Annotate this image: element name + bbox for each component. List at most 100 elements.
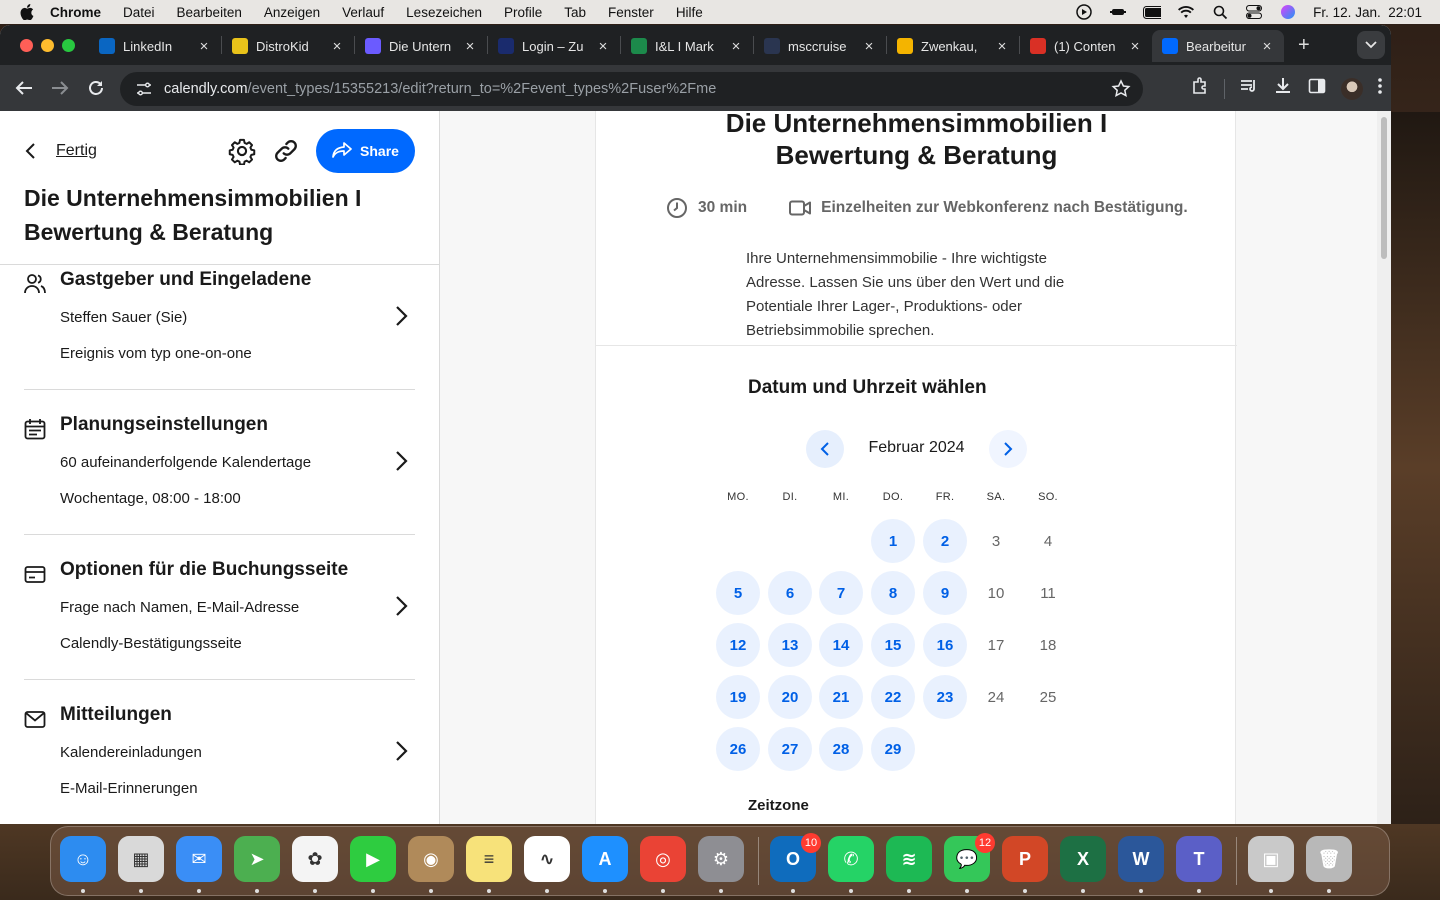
- photos-icon[interactable]: ✿: [292, 836, 338, 882]
- close-tab-icon[interactable]: ×: [995, 38, 1009, 55]
- side-panel-icon[interactable]: [1307, 76, 1327, 101]
- available-day[interactable]: 1: [871, 519, 915, 563]
- available-day[interactable]: 2: [923, 519, 967, 563]
- close-tab-icon[interactable]: ×: [463, 38, 477, 55]
- copy-link-icon[interactable]: [272, 137, 300, 165]
- done-link[interactable]: Fertig: [56, 142, 97, 160]
- available-day[interactable]: 26: [716, 727, 760, 771]
- download-icon[interactable]: [1273, 76, 1293, 101]
- forward-arrow-icon[interactable]: [48, 76, 72, 100]
- menu-profile[interactable]: Profile: [504, 5, 542, 20]
- new-tab-button[interactable]: +: [1298, 34, 1318, 57]
- mail-app-icon[interactable]: ✉: [176, 836, 222, 882]
- site-info-icon[interactable]: [134, 79, 154, 99]
- word-icon[interactable]: W: [1118, 836, 1164, 882]
- page-scrollbar[interactable]: [1377, 111, 1391, 824]
- close-tab-icon[interactable]: ×: [330, 38, 344, 55]
- share-button[interactable]: Share: [316, 129, 415, 173]
- browser-tab[interactable]: LinkedIn ×: [89, 30, 221, 62]
- available-day[interactable]: 29: [871, 727, 915, 771]
- notes-icon[interactable]: ≡: [466, 836, 512, 882]
- available-day[interactable]: 9: [923, 571, 967, 615]
- tab-search-button[interactable]: [1357, 31, 1385, 59]
- back-arrow-icon[interactable]: [12, 76, 36, 100]
- siri-icon[interactable]: [1279, 4, 1297, 20]
- media-queue-icon[interactable]: [1239, 76, 1259, 101]
- profile-avatar[interactable]: [1341, 77, 1363, 100]
- chevron-right-icon[interactable]: [395, 595, 415, 619]
- trash-icon[interactable]: 🗑: [1306, 836, 1352, 882]
- close-tab-icon[interactable]: ×: [197, 38, 211, 55]
- freeform-icon[interactable]: ∿: [524, 836, 570, 882]
- available-day[interactable]: 20: [768, 675, 812, 719]
- system-settings-icon[interactable]: ⚙: [698, 836, 744, 882]
- available-day[interactable]: 22: [871, 675, 915, 719]
- available-day[interactable]: 16: [923, 623, 967, 667]
- menu-bearbeiten[interactable]: Bearbeiten: [177, 5, 242, 20]
- browser-tab[interactable]: Zwenkau, ×: [887, 30, 1019, 62]
- teams-icon[interactable]: T: [1176, 836, 1222, 882]
- done-back-button[interactable]: Fertig: [24, 129, 97, 173]
- contacts-icon[interactable]: ◉: [408, 836, 454, 882]
- play-status-icon[interactable]: [1075, 4, 1093, 20]
- available-day[interactable]: 19: [716, 675, 760, 719]
- extensions-icon[interactable]: [1190, 76, 1210, 101]
- whatsapp-icon[interactable]: ✆: [828, 836, 874, 882]
- menu-fenster[interactable]: Fenster: [608, 5, 654, 20]
- recent-photo-icon[interactable]: ▣: [1248, 836, 1294, 882]
- close-tab-icon[interactable]: ×: [596, 38, 610, 55]
- launchpad-icon[interactable]: ▦: [118, 836, 164, 882]
- close-window-button[interactable]: [20, 38, 33, 52]
- close-tab-icon[interactable]: ×: [1260, 38, 1274, 55]
- chevron-right-icon[interactable]: [395, 450, 415, 474]
- spotify-icon[interactable]: ≋: [886, 836, 932, 882]
- scrollbar-thumb[interactable]: [1381, 117, 1387, 259]
- menu-app-name[interactable]: Chrome: [50, 5, 101, 20]
- menu-lesezeichen[interactable]: Lesezeichen: [406, 5, 482, 20]
- chevron-right-icon[interactable]: [395, 740, 415, 764]
- close-tab-icon[interactable]: ×: [729, 38, 743, 55]
- menubar-datetime[interactable]: Fr. 12. Jan. 22:01: [1313, 5, 1422, 20]
- excel-icon[interactable]: X: [1060, 836, 1106, 882]
- reload-icon[interactable]: [84, 76, 108, 100]
- chrome-menu-icon[interactable]: [1377, 77, 1383, 100]
- settings-gear-icon[interactable]: [228, 137, 256, 166]
- battery-icon[interactable]: [1143, 4, 1162, 20]
- previous-month-button[interactable]: [806, 430, 844, 468]
- vpn-status-icon[interactable]: [1109, 4, 1127, 20]
- url-text[interactable]: calendly.com/event_types/15355213/edit?r…: [164, 81, 716, 97]
- menu-tab[interactable]: Tab: [564, 5, 586, 20]
- available-day[interactable]: 7: [819, 571, 863, 615]
- next-month-button[interactable]: [989, 430, 1027, 468]
- browser-tab[interactable]: I&L I Mark ×: [621, 30, 753, 62]
- zoom-window-button[interactable]: [62, 38, 75, 52]
- menu-hilfe[interactable]: Hilfe: [676, 5, 703, 20]
- wifi-icon[interactable]: [1177, 4, 1195, 20]
- browser-tab[interactable]: (1) Conten ×: [1020, 30, 1152, 62]
- apple-icon[interactable]: [18, 3, 36, 21]
- browser-tab[interactable]: Bearbeitur ×: [1152, 30, 1284, 62]
- menu-verlauf[interactable]: Verlauf: [342, 5, 384, 20]
- available-day[interactable]: 28: [819, 727, 863, 771]
- menu-anzeigen[interactable]: Anzeigen: [264, 5, 320, 20]
- menu-datei[interactable]: Datei: [123, 5, 155, 20]
- finder-icon[interactable]: ☺: [60, 836, 106, 882]
- available-day[interactable]: 15: [871, 623, 915, 667]
- available-day[interactable]: 14: [819, 623, 863, 667]
- maps-icon[interactable]: ➤: [234, 836, 280, 882]
- available-day[interactable]: 27: [768, 727, 812, 771]
- chevron-right-icon[interactable]: [395, 305, 415, 329]
- available-day[interactable]: 21: [819, 675, 863, 719]
- available-day[interactable]: 5: [716, 571, 760, 615]
- browser-tab[interactable]: msccruise ×: [754, 30, 886, 62]
- browser-tab[interactable]: DistroKid ×: [222, 30, 354, 62]
- available-day[interactable]: 12: [716, 623, 760, 667]
- minimize-window-button[interactable]: [41, 38, 54, 52]
- powerpoint-icon[interactable]: P: [1002, 836, 1048, 882]
- control-center-icon[interactable]: [1245, 4, 1263, 20]
- close-tab-icon[interactable]: ×: [862, 38, 876, 55]
- available-day[interactable]: 23: [923, 675, 967, 719]
- available-day[interactable]: 8: [871, 571, 915, 615]
- spotlight-search-icon[interactable]: [1211, 4, 1229, 20]
- browser-tab[interactable]: Die Untern ×: [355, 30, 487, 62]
